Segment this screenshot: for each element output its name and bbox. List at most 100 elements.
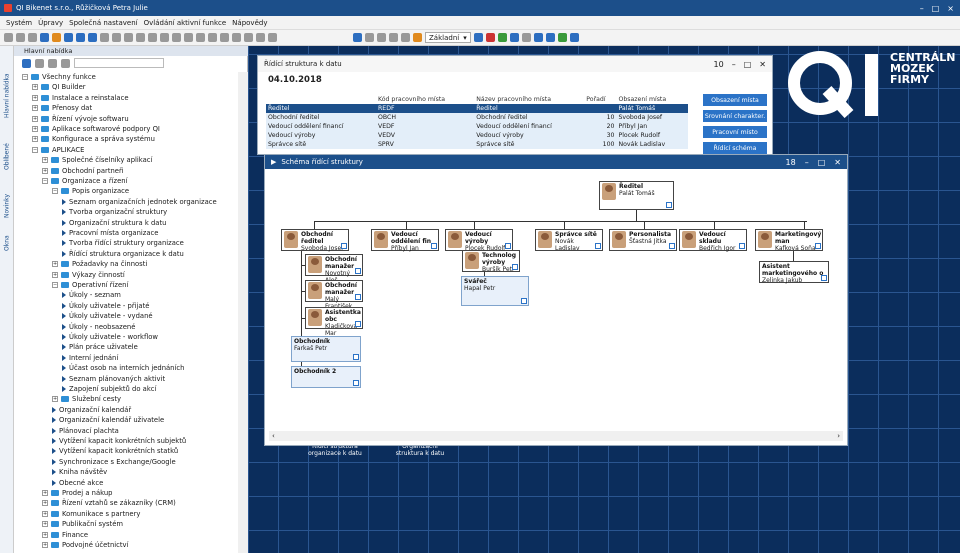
tree-item[interactable]: Organizační struktura k datu	[62, 218, 166, 228]
expand-toggle-icon[interactable]: +	[52, 261, 58, 268]
expand-node-icon[interactable]	[669, 243, 675, 249]
column-header[interactable]: Název pracovního místa	[474, 95, 584, 104]
tree-item[interactable]: − Operativní řízení	[52, 280, 128, 290]
expand-node-icon[interactable]	[353, 380, 359, 386]
excel-icon[interactable]	[497, 33, 507, 42]
tree-item[interactable]: + Prodej a nákup	[42, 488, 112, 498]
tool-icon[interactable]	[533, 33, 543, 42]
print-icon[interactable]	[148, 33, 157, 42]
scroll-right-icon[interactable]: ›	[837, 432, 840, 440]
tree-item[interactable]: + Finance	[42, 530, 88, 540]
tree-item[interactable]: + Instalace a reinstalace	[32, 93, 129, 103]
tree-item[interactable]: Obecné akce	[52, 478, 103, 488]
tree-item[interactable]: + Publikační systém	[42, 519, 123, 529]
tree-item[interactable]: Řídící struktura organizace k datu	[62, 249, 184, 259]
tree-item[interactable]: Úkoly uživatele - workflow	[62, 332, 158, 342]
tool-icon[interactable]	[244, 33, 253, 42]
sort-icon[interactable]	[61, 58, 70, 68]
maximize-button[interactable]: □	[744, 60, 752, 69]
tree-item[interactable]: + Služební cesty	[52, 394, 121, 404]
expand-toggle-icon[interactable]: +	[32, 136, 38, 143]
paste-icon[interactable]	[28, 33, 37, 42]
filter-icon[interactable]	[353, 33, 362, 42]
prev-record-icon[interactable]	[196, 33, 205, 42]
tree-item[interactable]: Plánovací plachta	[52, 426, 119, 436]
tool-icon[interactable]	[557, 33, 567, 42]
nav-home-icon[interactable]	[52, 33, 61, 42]
expand-node-icon[interactable]	[815, 243, 821, 249]
expand-toggle-icon[interactable]: +	[32, 105, 38, 112]
nav-forward-icon[interactable]	[64, 33, 73, 42]
org-node[interactable]: Obchodník 2	[291, 366, 361, 388]
maximize-button[interactable]: □	[818, 158, 826, 167]
tree-item[interactable]: + Společné číselníky aplikací	[42, 155, 152, 165]
copy-icon[interactable]	[16, 33, 25, 42]
refresh-icon[interactable]	[88, 33, 97, 42]
filter-clear-icon[interactable]	[365, 33, 374, 42]
org-node[interactable]: Obchodní ředitel Svoboda Josef	[281, 229, 349, 252]
vtab-windows[interactable]: Okna	[1, 230, 13, 256]
org-node[interactable]: Asistent marketingového o Zelinka Jakub	[759, 261, 829, 284]
close-button[interactable]: ✕	[759, 60, 766, 69]
expand-toggle-icon[interactable]: +	[42, 490, 48, 496]
expand-node-icon[interactable]	[341, 243, 347, 249]
tree-item[interactable]: Úkoly uživatele - přijaté	[62, 301, 149, 311]
action-button[interactable]: Řídící schéma	[703, 142, 767, 154]
tree-item[interactable]: + Obchodní partneři	[42, 166, 124, 176]
tree-item[interactable]: Tvorba organizační struktury	[62, 207, 167, 217]
sidebar-scrollbar[interactable]	[238, 72, 248, 553]
expand-toggle-icon[interactable]: −	[52, 282, 58, 288]
column-header[interactable]: Obsazení místa	[616, 95, 688, 104]
menu-help[interactable]: Nápovědy	[232, 19, 267, 27]
menu-active-function[interactable]: Ovládání aktivní funkce	[144, 19, 227, 27]
org-node[interactable]: Vedoucí výroby Plocek Rudolf	[445, 229, 513, 252]
tree-item[interactable]: Zapojení subjektů do akcí	[62, 384, 156, 394]
scroll-left-icon[interactable]: ‹	[272, 432, 275, 440]
tree-item[interactable]: + Aplikace softwarové podpory QI	[32, 124, 160, 134]
star-icon[interactable]	[48, 58, 57, 68]
tool-icon[interactable]	[569, 33, 579, 42]
vtab-favorites[interactable]: Oblíbené	[1, 132, 13, 182]
next-record-icon[interactable]	[208, 33, 217, 42]
tree-item[interactable]: + Výkazy činností	[52, 270, 125, 280]
tool-icon[interactable]	[485, 33, 495, 42]
expand-toggle-icon[interactable]: +	[42, 542, 48, 548]
vtab-news[interactable]: Novinky	[1, 188, 13, 224]
column-header[interactable]: Kód pracovního místa	[376, 95, 474, 104]
expand-node-icon[interactable]	[739, 243, 745, 249]
table-row[interactable]: Vedoucí výroby VEDV Vedoucí výroby 30 Plocek…	[266, 131, 688, 140]
tree-item[interactable]: − APLIKACE	[32, 145, 84, 155]
expand-toggle-icon[interactable]: +	[42, 510, 48, 517]
vtab-main-menu[interactable]: Hlavní nabídka	[1, 66, 13, 126]
nav-back-icon[interactable]	[40, 33, 49, 42]
expand-toggle-icon[interactable]: +	[42, 167, 48, 174]
column-header[interactable]	[266, 95, 376, 104]
expand-node-icon[interactable]	[595, 243, 601, 249]
edit-record-icon[interactable]	[124, 33, 133, 42]
minimize-button[interactable]: –	[732, 60, 736, 69]
tree-item[interactable]: Úkoly - seznam	[62, 290, 121, 300]
settings-icon[interactable]	[413, 33, 422, 42]
expand-toggle-icon[interactable]: +	[32, 126, 38, 132]
action-button[interactable]: Pracovní místo	[703, 126, 767, 138]
stop-icon[interactable]	[100, 33, 109, 42]
profile-select[interactable]: Základní ▾	[425, 32, 471, 43]
expand-toggle-icon[interactable]: +	[42, 521, 48, 528]
expand-node-icon[interactable]	[512, 264, 518, 270]
org-node[interactable]: Ředitel Palát Tomáš	[599, 181, 674, 210]
tree-item[interactable]: − Organizace a řízení	[42, 176, 127, 186]
org-node[interactable]: Marketingový man Kafková Soňa	[755, 229, 823, 252]
save-icon[interactable]	[172, 33, 181, 42]
table-row[interactable]: Ředitel REDF Ředitel Palát Tomáš	[266, 104, 688, 113]
expand-node-icon[interactable]	[521, 298, 527, 304]
sort-desc-icon[interactable]	[389, 33, 398, 42]
org-node[interactable]: Obchodník Farkaš Petr	[291, 336, 361, 362]
tree-item[interactable]: Účast osob na interních jednáních	[62, 363, 184, 373]
expand-toggle-icon[interactable]: +	[52, 271, 58, 278]
expand-toggle-icon[interactable]: +	[52, 396, 58, 403]
tree-item[interactable]: Úkoly uživatele - vydané	[62, 311, 153, 321]
menu-shared-settings[interactable]: Společná nastavení	[69, 19, 137, 27]
close-button[interactable]: ×	[947, 4, 954, 13]
org-node[interactable]: Vedoucí oddělení fin Příbyl Jan	[371, 229, 439, 252]
first-record-icon[interactable]	[184, 33, 193, 42]
